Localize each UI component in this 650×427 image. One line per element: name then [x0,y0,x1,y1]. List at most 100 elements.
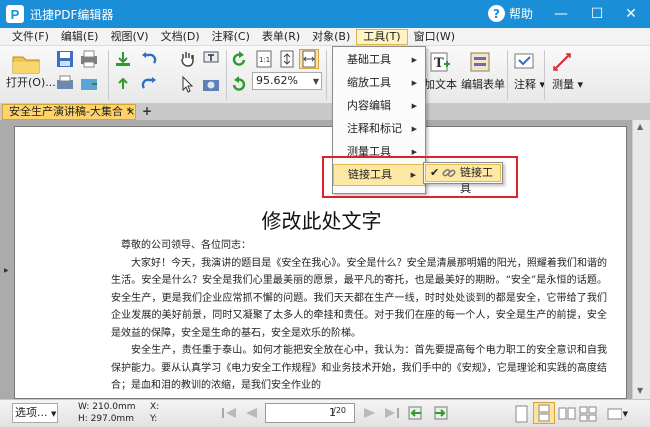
menu-window[interactable]: 窗口(W) [408,29,461,45]
annotate-label[interactable]: 注释 ▾ [514,76,545,92]
scroll-up-icon[interactable]: ▲ [637,122,643,131]
add-text-icon: T [430,52,450,72]
hand-tool-button[interactable] [176,49,198,69]
rotate-left-button[interactable] [228,49,250,69]
toolbar: 打开(O)... 1:1 95.62% ▼ T 加文本 编辑表单 注释 ▾ 测量… [0,46,650,104]
menu-item-comment-markup[interactable]: 注释和标记 ▶ [333,118,425,140]
export-icon [118,77,128,89]
side-panel-toggle-icon[interactable]: ▶ [4,267,9,274]
cursor-x: X: [150,402,160,412]
save-icon [57,51,73,67]
measure-button[interactable] [550,50,574,74]
menu-edit[interactable]: 编辑(E) [55,29,105,45]
add-tab-button[interactable]: + [141,105,153,117]
first-page-button[interactable] [219,404,239,422]
fit-width-button[interactable] [299,49,319,69]
scroll-down-icon[interactable]: ▼ [637,386,643,395]
last-page-icon [385,408,399,418]
page-width: W: 210.0mm [78,402,136,412]
minimize-button[interactable]: — [550,4,572,24]
select-text-button[interactable] [200,49,222,69]
svg-text:1:1: 1:1 [259,56,270,64]
save-button[interactable] [54,49,76,69]
single-page-icon [515,405,528,423]
menu-tools[interactable]: 工具(T) [356,28,408,45]
menu-document[interactable]: 文档(D) [155,29,206,45]
menu-item-label: 注释和标记 [347,122,402,135]
scan-button[interactable] [78,74,100,94]
add-text-label[interactable]: 加文本 [424,76,457,92]
go-back-button[interactable] [406,404,426,422]
menu-object[interactable]: 对象(B) [306,29,356,45]
help-icon: ? [488,5,505,22]
menu-item-label: 缩放工具 [347,76,391,89]
last-page-button[interactable] [382,404,402,422]
redo-icon [141,77,156,89]
redo-button[interactable] [138,74,160,94]
fit-page-button[interactable] [277,49,297,69]
open-button[interactable] [10,50,42,76]
pdf-page[interactable]: 修改此处文字 尊敬的公司领导、各位同志： 大家好！今天，我演讲的题目是《安全在我… [14,126,627,399]
chevron-down-icon: ▼ [51,410,57,418]
undo-button[interactable] [138,49,160,69]
edit-form-label[interactable]: 编辑表单 [461,76,505,92]
select-tool-button[interactable] [176,74,198,94]
continuous-view-button[interactable] [533,402,555,424]
document-tab[interactable]: 安全生产演讲稿-大集合 * [2,104,136,120]
actual-size-icon: 1:1 [256,50,272,68]
print-preview-button[interactable] [54,74,76,94]
menu-item-basic-tools[interactable]: 基础工具 ▶ [333,49,425,71]
print-button[interactable] [78,49,100,69]
menu-item-content-edit[interactable]: 内容编辑 ▶ [333,95,425,117]
menu-item-zoom-tools[interactable]: 缩放工具 ▶ [333,72,425,94]
fullscreen-icon [607,408,622,420]
vertical-scrollbar[interactable]: ▲ ▼ [632,120,650,399]
camera-icon [203,80,219,91]
snapshot-button[interactable] [200,74,222,94]
rotate-right-button[interactable] [228,74,250,94]
page-height: H: 297.0mm [78,414,134,424]
close-button[interactable]: ✕ [620,4,642,24]
undo-icon [142,52,157,64]
menu-file[interactable]: 文件(F) [6,29,55,45]
fit-page-icon [280,50,294,68]
menu-comment[interactable]: 注释(C) [206,29,256,45]
next-page-icon [364,408,375,418]
scan-icon [81,79,97,90]
add-text-button[interactable]: T [428,50,452,74]
measure-icon [553,53,571,71]
go-forward-button[interactable] [430,404,450,422]
title-bar: P 迅捷PDF编辑器 ? 帮助 — ☐ ✕ [0,0,650,28]
svg-text:T: T [434,56,444,71]
menu-bar: 文件(F) 编辑(E) 视图(V) 文档(D) 注释(C) 表单(R) 对象(B… [0,28,650,46]
single-page-view-button[interactable] [511,404,531,424]
annotate-label-text: 注释 [514,78,536,91]
zoom-select[interactable]: 95.62% ▼ [252,72,322,90]
import-button[interactable] [112,49,134,69]
maximize-button[interactable]: ☐ [586,4,608,24]
previous-page-button[interactable] [241,404,261,422]
menu-view[interactable]: 视图(V) [104,29,154,45]
next-page-button[interactable] [360,404,380,422]
continuous-facing-view-button[interactable] [578,404,598,424]
menu-form[interactable]: 表单(R) [256,29,306,45]
total-pages: /20 [333,406,346,415]
tab-close-icon[interactable]: × [126,105,135,118]
fullscreen-button[interactable]: ▼ [606,404,628,424]
document-body[interactable]: 尊敬的公司领导、各位同志： 大家好！今天，我演讲的题目是《安全在我心》。安全是什… [111,237,607,395]
actual-size-button[interactable]: 1:1 [254,49,274,69]
export-button[interactable] [112,74,134,94]
edit-form-button[interactable] [468,50,492,74]
document-heading[interactable]: 修改此处文字 [15,205,626,234]
facing-view-button[interactable] [557,404,577,424]
zoom-value: 95.62% [256,74,298,87]
open-label[interactable]: 打开(O)... [6,74,56,90]
help-button[interactable]: ? 帮助 [488,5,533,22]
view-options-select[interactable]: 选项... ▼ [12,403,58,423]
rotate-right-icon [232,76,246,91]
annotate-button[interactable] [512,50,536,74]
select-text-icon [203,51,219,63]
page-number-input[interactable]: 1/20 [265,403,355,423]
continuous-page-icon [538,404,550,422]
measure-label[interactable]: 测量 ▾ [552,76,583,92]
